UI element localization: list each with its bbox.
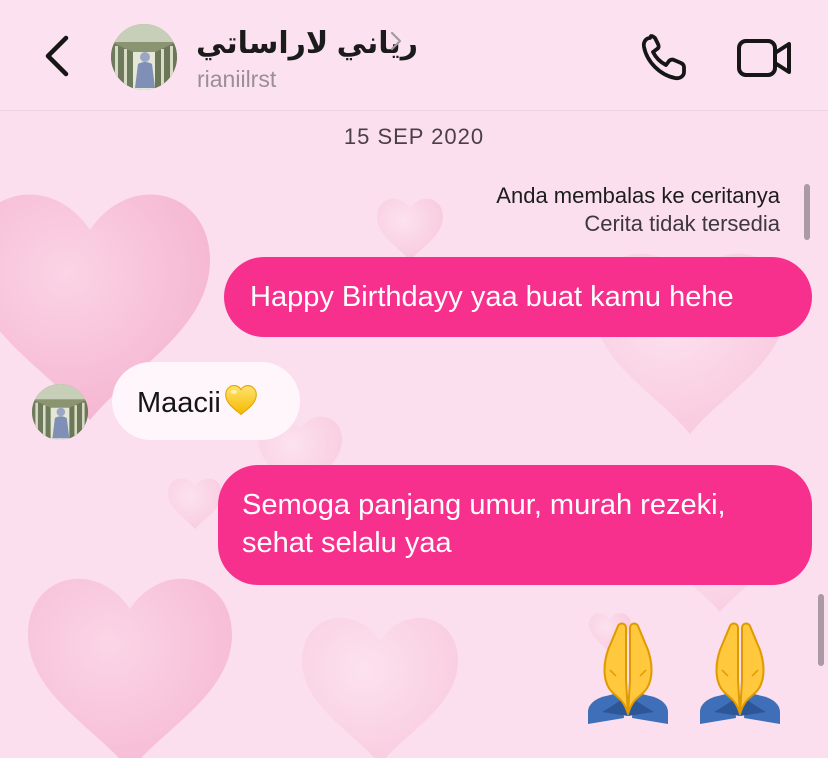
received-message-bubble[interactable]: Maacii bbox=[112, 362, 300, 440]
contact-name[interactable]: رياني لاراساتي bbox=[196, 22, 418, 66]
message-text: Semoga panjang umur, murah rezeki, sehat… bbox=[242, 489, 726, 559]
message-text: Happy Birthdayy yaa buat kamu hehe bbox=[250, 281, 734, 313]
folded-hands-icon bbox=[588, 622, 668, 724]
emoji-message[interactable] bbox=[588, 620, 812, 728]
contact-username[interactable]: rianiilrst bbox=[197, 64, 276, 94]
avatar[interactable] bbox=[111, 24, 177, 90]
video-camera-icon bbox=[737, 39, 791, 77]
scroll-indicator[interactable] bbox=[818, 594, 824, 666]
story-reply-label: Anda membalas ke ceritanya bbox=[496, 183, 780, 208]
video-call-button[interactable] bbox=[734, 30, 794, 86]
sender-avatar[interactable] bbox=[32, 384, 88, 440]
story-unavailable-text: Cerita tidak tersedia bbox=[584, 211, 780, 236]
chat-header: رياني لاراساتي rianiilrst bbox=[0, 0, 828, 111]
yellow-heart-icon bbox=[224, 385, 257, 416]
audio-call-button[interactable] bbox=[636, 30, 692, 86]
sent-message-bubble[interactable]: Happy Birthdayy yaa buat kamu hehe bbox=[224, 257, 812, 337]
chevron-left-icon bbox=[45, 35, 69, 77]
back-button[interactable] bbox=[30, 26, 86, 86]
message-text: Maacii bbox=[137, 387, 221, 419]
chat-screen: رياني لاراساتي rianiilrst 15 SEP 2020 An… bbox=[0, 0, 828, 758]
phone-icon bbox=[641, 34, 686, 81]
date-separator: 15 SEP 2020 bbox=[343, 124, 485, 149]
chevron-right-icon[interactable] bbox=[388, 30, 404, 52]
sent-message-bubble[interactable]: Semoga panjang umur, murah rezeki, sehat… bbox=[218, 465, 812, 585]
reply-indicator-bar bbox=[804, 184, 810, 240]
